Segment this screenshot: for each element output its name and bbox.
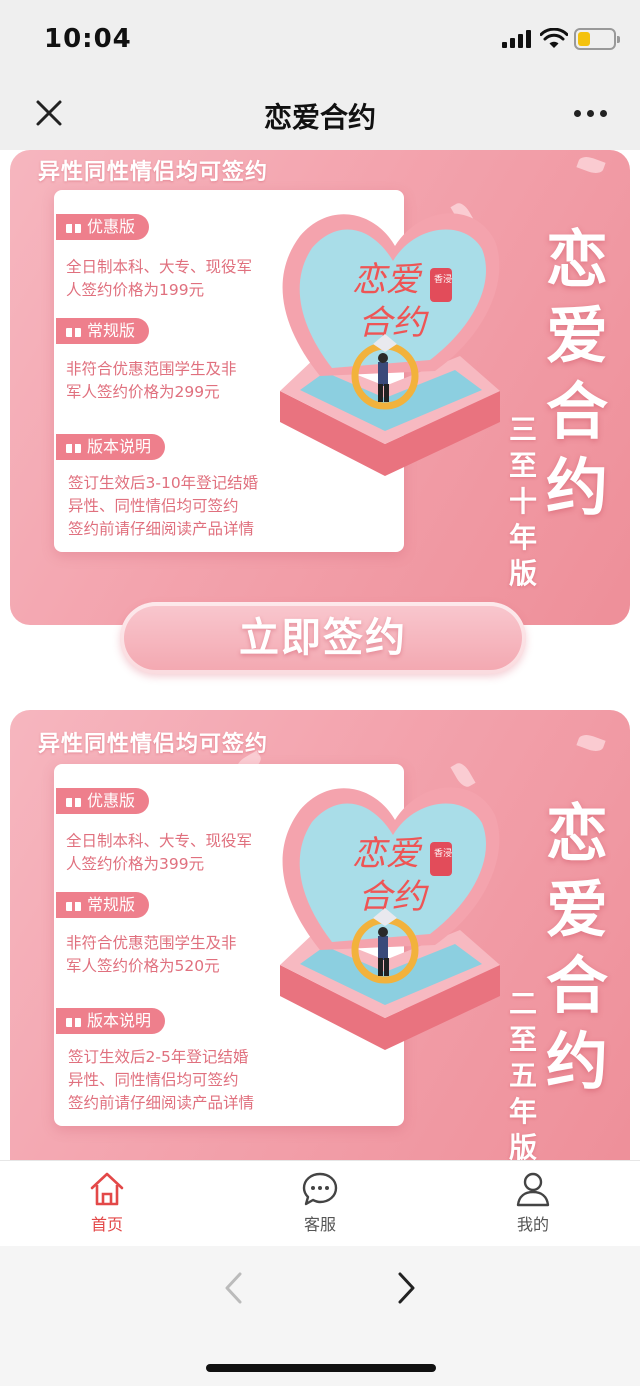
card-version-label: 二至五年版 — [508, 987, 537, 1160]
main-content[interactable]: 异性同性情侣均可签约 优惠版 全日制本科、大专、现役军 人签约价格为199元 常规… — [0, 150, 640, 1160]
svg-text:合约: 合约 — [358, 303, 429, 343]
tag-discount: 优惠版 — [56, 788, 150, 814]
tab-customer-service[interactable]: 客服 — [260, 1169, 380, 1235]
version-desc: 签订生效后3-10年登记结婚 异性、同性情侣均可签约 签约前请仔细阅读产品详情 — [68, 474, 259, 538]
tag-version-note: 版本说明 — [56, 1008, 166, 1034]
cellular-signal-icon — [502, 30, 534, 48]
home-indicator — [206, 1364, 436, 1372]
gift-icon — [66, 440, 81, 453]
card-version-label: 三至十年版 — [508, 413, 537, 590]
sign-now-button[interactable]: 立即签约 — [120, 602, 526, 674]
version-desc: 签订生效后2-5年登记结婚 异性、同性情侣均可签约 签约前请仔细阅读产品详情 — [68, 1048, 255, 1112]
card-big-title: 恋爱合约 — [545, 223, 608, 524]
home-icon — [90, 1172, 124, 1206]
tab-label: 客服 — [303, 1215, 336, 1234]
browser-toolbar — [0, 1246, 640, 1386]
heart-ring-box-illustration: 恋爱 合约 香浸 — [280, 787, 500, 1050]
forward-arrow-icon[interactable] — [394, 1270, 418, 1306]
user-icon — [516, 1172, 550, 1207]
tag-regular: 常规版 — [56, 892, 150, 918]
heart-ring-box-illustration: 恋爱 合约 香浸 — [280, 213, 500, 476]
svg-text:恋爱: 恋爱 — [352, 834, 423, 874]
gift-icon — [66, 794, 81, 807]
card-big-title: 恋爱合约 — [545, 797, 608, 1098]
back-arrow-icon[interactable] — [222, 1270, 246, 1306]
svg-text:恋爱: 恋爱 — [352, 260, 423, 300]
tab-label: 我的 — [516, 1215, 549, 1234]
tab-bar: 首页 客服 我的 — [0, 1160, 640, 1246]
battery-icon — [574, 28, 620, 50]
gift-icon — [66, 324, 81, 337]
card-ribbon: 异性同性情侣均可签约 — [38, 732, 269, 757]
screen: 10:04 恋爱合约 异性同性情侣均可签约 优惠版 全日制本科、大专、现役军 人… — [0, 0, 640, 1386]
tag-version-note: 版本说明 — [56, 434, 166, 460]
contract-card-10-year[interactable]: 异性同性情侣均可签约 优惠版 全日制本科、大专、现役军 人签约价格为199元 常规… — [10, 150, 630, 625]
tag-regular: 常规版 — [56, 318, 150, 344]
tag-discount: 优惠版 — [56, 214, 150, 240]
page-title: 恋爱合约 — [263, 101, 376, 134]
gift-icon — [66, 1014, 81, 1027]
tab-label: 首页 — [90, 1215, 123, 1234]
chat-icon — [302, 1172, 338, 1206]
card-ribbon: 异性同性情侣均可签约 — [38, 160, 269, 185]
contract-card-5-year[interactable]: 异性同性情侣均可签约 优惠版 全日制本科、大专、现役军 人签约价格为399元 常规… — [10, 710, 630, 1160]
status-time: 10:04 — [44, 24, 132, 54]
svg-text:香浸: 香浸 — [434, 848, 452, 859]
wifi-icon — [540, 28, 568, 48]
svg-text:合约: 合约 — [358, 877, 429, 917]
svg-text:香浸: 香浸 — [434, 274, 452, 285]
gift-icon — [66, 898, 81, 911]
tab-home[interactable]: 首页 — [47, 1169, 167, 1235]
tab-profile[interactable]: 我的 — [473, 1169, 593, 1235]
gift-icon — [66, 220, 81, 233]
more-options-icon[interactable] — [574, 110, 608, 118]
status-bar: 10:04 — [0, 0, 640, 80]
nav-bar: 恋爱合约 — [0, 80, 640, 150]
